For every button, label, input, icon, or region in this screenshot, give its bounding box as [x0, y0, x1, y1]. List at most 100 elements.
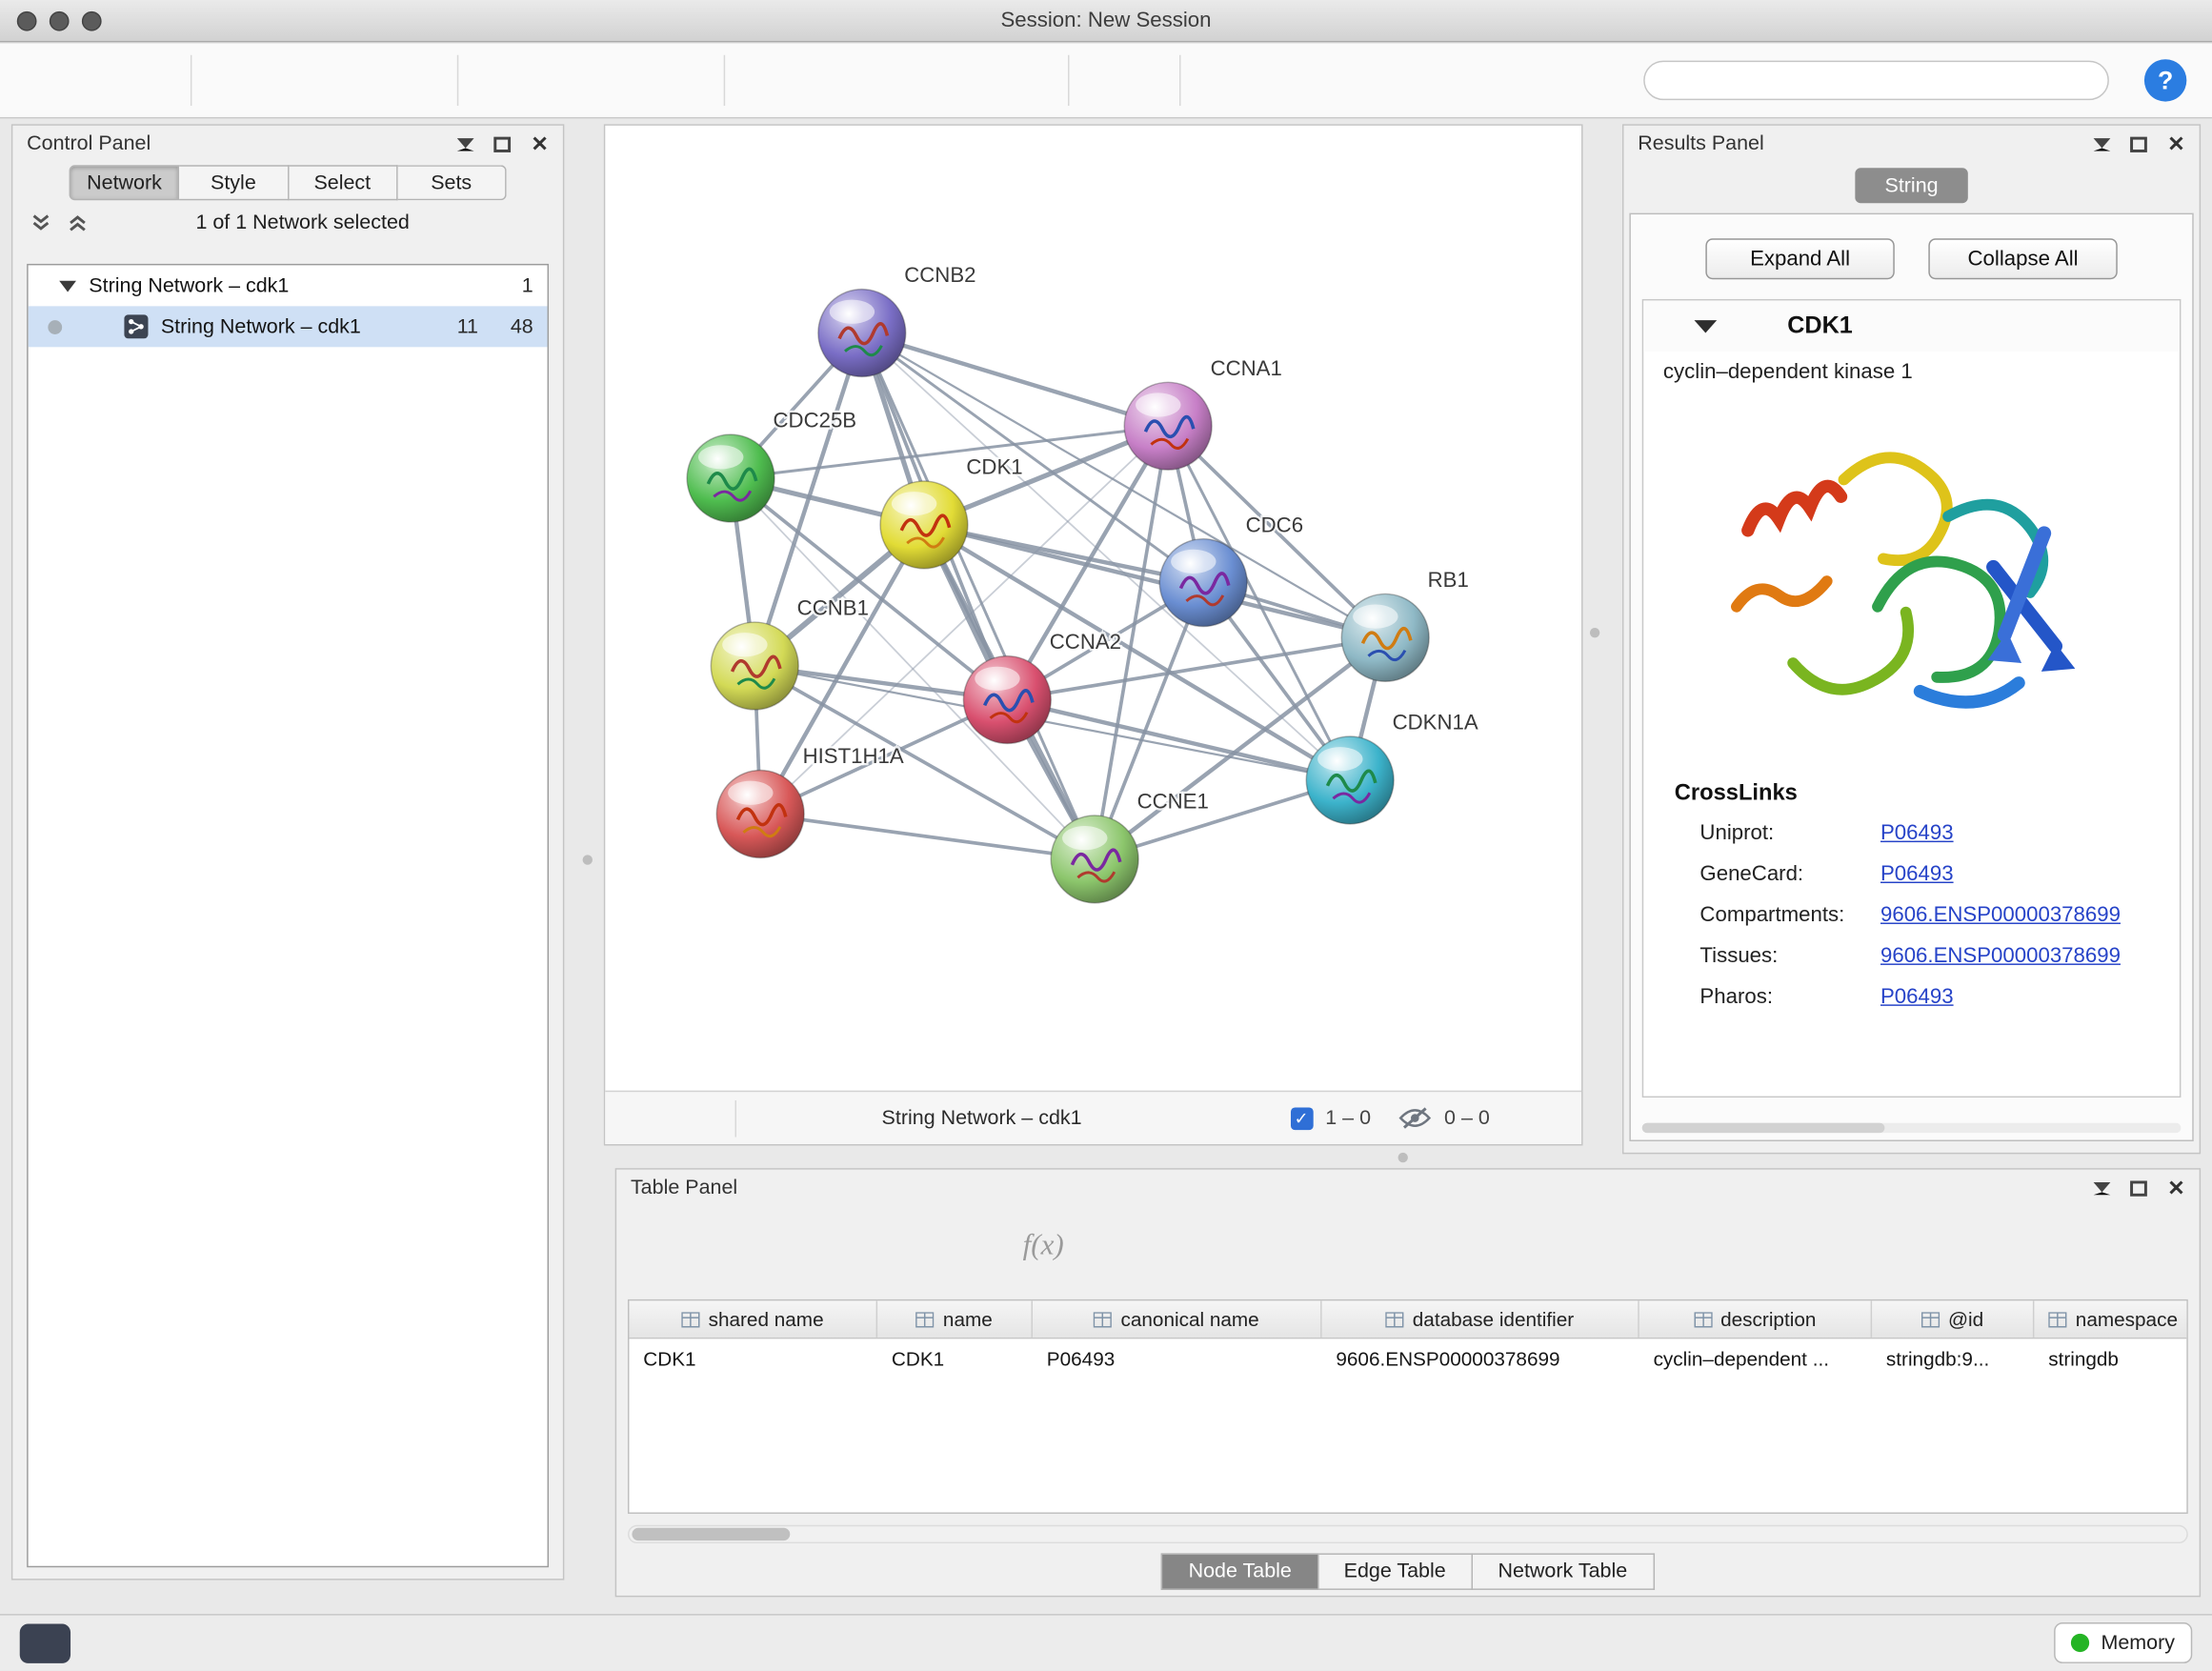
- tab-network[interactable]: Network: [70, 165, 180, 200]
- function-builder-button[interactable]: f(x): [1023, 1227, 1064, 1262]
- delete-column-button[interactable]: [869, 1229, 898, 1261]
- results-panel-float-button[interactable]: [2131, 136, 2148, 151]
- crosslink-link[interactable]: P06493: [1880, 862, 1954, 886]
- delete-table-button[interactable]: [950, 1231, 984, 1259]
- gene-section: CDK1 cyclin–dependent kinase 1: [1642, 299, 2182, 1097]
- collapse-all-button[interactable]: Collapse All: [1928, 238, 2117, 279]
- status-bar: Memory: [0, 1614, 2212, 1670]
- network-node-label: CDC6: [1246, 513, 1303, 536]
- gene-section-header[interactable]: CDK1: [1643, 300, 2180, 351]
- hidden-eye-slash-icon: [1398, 1106, 1432, 1130]
- table-settings-button[interactable]: [656, 1229, 689, 1261]
- zoom-selected-button[interactable]: [980, 50, 1045, 110]
- tab-string[interactable]: String: [1855, 168, 1967, 203]
- network-row[interactable]: String Network – cdk1 11 48: [29, 306, 548, 347]
- column-header-namespace[interactable]: namespace: [2034, 1300, 2187, 1338]
- import-network-from-database-button[interactable]: [292, 50, 357, 110]
- tab-style[interactable]: Style: [179, 165, 288, 200]
- table-horizontal-scrollbar[interactable]: [628, 1525, 2188, 1543]
- control-panel-float-button[interactable]: [494, 136, 512, 151]
- tree-expander-icon[interactable]: [59, 280, 76, 292]
- import-table-button[interactable]: [370, 50, 434, 110]
- show-all-button[interactable]: [1437, 50, 1501, 110]
- network-options-gear-button[interactable]: [516, 208, 546, 237]
- left-splitter-handle[interactable]: [583, 855, 593, 864]
- help-button[interactable]: ?: [2144, 59, 2186, 101]
- grid-view-button[interactable]: [628, 1103, 657, 1133]
- export-network-button[interactable]: [481, 50, 546, 110]
- network-node-label: HIST1H1A: [803, 744, 904, 768]
- create-column-button[interactable]: [798, 1230, 830, 1261]
- expand-tree-button[interactable]: [30, 213, 52, 233]
- zoom-fit-button[interactable]: [903, 50, 968, 110]
- network-collection-row[interactable]: String Network – cdk1 1: [29, 265, 548, 306]
- bottom-splitter-handle[interactable]: [1398, 1153, 1408, 1162]
- column-header-database-identifier[interactable]: database identifier: [1322, 1300, 1639, 1338]
- save-session-button[interactable]: [103, 50, 168, 110]
- network-share-view-button[interactable]: [677, 1104, 706, 1133]
- network-label: String Network – cdk1: [161, 315, 423, 338]
- network-view-panel: CCNB2CCNA1CDC25BCDK1CDC6RB1CCNB1CCNA2CDK…: [604, 124, 1583, 1145]
- hide-selected-button[interactable]: [1358, 50, 1423, 110]
- tab-edge-table[interactable]: Edge Table: [1318, 1553, 1473, 1590]
- column-header-name[interactable]: name: [877, 1300, 1033, 1338]
- memory-button[interactable]: Memory: [2054, 1622, 2192, 1663]
- pan-move-button[interactable]: [1525, 1101, 1559, 1136]
- control-panel: Control Panel ✕ Network Style Select Set…: [11, 124, 564, 1580]
- open-session-button[interactable]: [26, 50, 90, 110]
- selected-checkbox-icon[interactable]: ✓: [1290, 1107, 1313, 1130]
- results-horizontal-scrollbar[interactable]: [1642, 1123, 2182, 1133]
- export-image-button[interactable]: [636, 50, 701, 110]
- layout-refresh-button[interactable]: [1092, 50, 1156, 110]
- toolbar-separator: [457, 55, 458, 106]
- tab-network-table[interactable]: Network Table: [1473, 1553, 1654, 1590]
- control-panel-tabs: Network Style Select Sets: [12, 162, 563, 200]
- maximize-window-button[interactable]: [82, 11, 102, 31]
- collapse-tree-button[interactable]: [67, 213, 90, 233]
- zoom-out-button[interactable]: [825, 50, 890, 110]
- detach-view-button[interactable]: [766, 1099, 803, 1137]
- copy-network-button[interactable]: [1203, 50, 1268, 110]
- tab-sets[interactable]: Sets: [397, 165, 506, 200]
- network-graph[interactable]: CCNB2CCNA1CDC25BCDK1CDC6RB1CCNB1CCNA2CDK…: [605, 126, 1581, 1091]
- tab-node-table[interactable]: Node Table: [1161, 1553, 1318, 1590]
- table-panel-close-button[interactable]: ✕: [2167, 1178, 2185, 1198]
- node-table-header: shared name name canonical name database…: [629, 1300, 2186, 1339]
- column-icon: [681, 1311, 699, 1326]
- column-header-id[interactable]: @id: [1872, 1300, 2034, 1338]
- tab-select[interactable]: Select: [289, 165, 397, 200]
- network-tree: String Network – cdk1 1 String Network –…: [27, 264, 549, 1567]
- show-columns-button[interactable]: [728, 1229, 759, 1261]
- column-header-canonical-name[interactable]: canonical name: [1033, 1300, 1322, 1338]
- scrollbar-thumb[interactable]: [632, 1528, 790, 1540]
- right-splitter-handle[interactable]: [1590, 628, 1599, 637]
- control-panel-close-button[interactable]: ✕: [531, 133, 549, 154]
- results-panel-close-button[interactable]: ✕: [2167, 133, 2185, 154]
- crosslink-link[interactable]: P06493: [1880, 821, 1954, 845]
- minimize-window-button[interactable]: [50, 11, 70, 31]
- crosslink-label: GeneCard:: [1699, 862, 1880, 886]
- expand-all-button[interactable]: Expand All: [1705, 238, 1894, 279]
- crosslink-link[interactable]: P06493: [1880, 985, 1954, 1009]
- application-window: Session: New Session: [0, 0, 2212, 1670]
- import-network-from-file-button[interactable]: [214, 50, 279, 110]
- column-header-description[interactable]: description: [1639, 1300, 1872, 1338]
- network-node-label: CDC25B: [774, 409, 857, 433]
- table-panel-menu-button[interactable]: [2094, 1181, 2111, 1194]
- control-panel-menu-button[interactable]: [457, 137, 474, 150]
- zoom-in-button[interactable]: [748, 50, 813, 110]
- network-collection-count: 1: [491, 274, 533, 297]
- column-header-shared-name[interactable]: shared name: [629, 1300, 877, 1338]
- warnings-button[interactable]: [93, 1623, 144, 1662]
- table-row[interactable]: CDK1 CDK1 P06493 9606.ENSP00000378699 cy…: [629, 1339, 2186, 1377]
- crosslink-link[interactable]: 9606.ENSP00000378699: [1880, 903, 2121, 927]
- export-table-button[interactable]: [558, 50, 623, 110]
- table-panel-float-button[interactable]: [2131, 1180, 2148, 1196]
- cloud-services-button[interactable]: [20, 1623, 70, 1662]
- search-input[interactable]: [1699, 68, 1955, 91]
- crosslink-link[interactable]: 9606.ENSP00000378699: [1880, 944, 2121, 968]
- selected-counter: 1 – 0: [1325, 1107, 1371, 1130]
- home-network-button[interactable]: [1281, 50, 1346, 110]
- close-window-button[interactable]: [17, 11, 37, 31]
- results-panel-menu-button[interactable]: [2094, 137, 2111, 150]
